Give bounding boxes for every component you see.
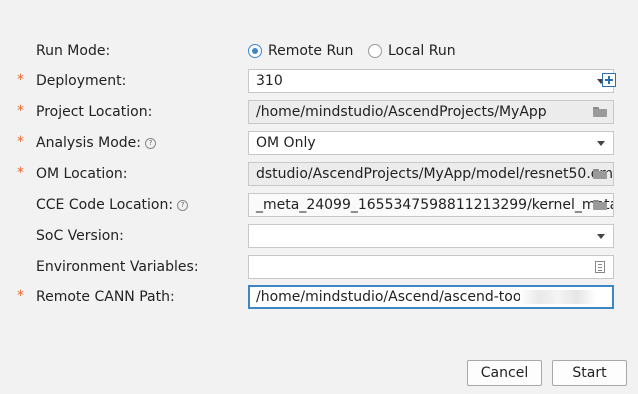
- soc-version-row: SoC Version:: [0, 224, 638, 250]
- remote-run-radio[interactable]: Remote Run: [248, 43, 353, 59]
- project-location-field[interactable]: /home/mindstudio/AscendProjects/MyApp: [248, 100, 614, 124]
- radio-selected-icon: [248, 44, 262, 58]
- remote-cann-path-value: /home/mindstudio/Ascend/ascend-toolkit: [256, 289, 543, 305]
- deployment-value: 310: [256, 73, 283, 89]
- env-vars-row: Environment Variables:: [0, 255, 638, 281]
- start-button[interactable]: Start: [552, 360, 627, 386]
- remote-run-label: Remote Run: [268, 43, 354, 59]
- cce-code-location-value: _meta_24099_1655347598811213299/kernel_m…: [256, 197, 614, 213]
- add-deployment-icon[interactable]: [602, 73, 616, 87]
- analysis-mode-value: OM Only: [256, 135, 316, 151]
- cce-code-location-label: CCE Code Location:?: [36, 197, 189, 213]
- radio-unselected-icon: [368, 44, 382, 58]
- folder-icon[interactable]: [593, 200, 607, 210]
- om-location-value: dstudio/AscendProjects/MyApp/model/resne…: [256, 166, 613, 182]
- help-icon[interactable]: ?: [177, 199, 189, 211]
- om-location-row: * OM Location: dstudio/AscendProjects/My…: [0, 162, 638, 188]
- help-icon[interactable]: ?: [145, 137, 156, 149]
- deployment-label: Deployment:: [36, 73, 127, 89]
- soc-version-label: SoC Version:: [36, 228, 124, 244]
- project-location-label: Project Location:: [36, 104, 153, 120]
- chevron-down-icon: [597, 234, 605, 239]
- cce-code-location-text: CCE Code Location:: [36, 197, 174, 213]
- soc-version-select[interactable]: [248, 224, 614, 248]
- required-marker: *: [17, 103, 24, 119]
- local-run-radio[interactable]: Local Run: [368, 43, 456, 59]
- analysis-mode-text: Analysis Mode:: [36, 135, 141, 151]
- om-location-field[interactable]: dstudio/AscendProjects/MyApp/model/resne…: [248, 162, 614, 186]
- edit-document-icon[interactable]: [595, 261, 605, 273]
- cce-code-location-field[interactable]: _meta_24099_1655347598811213299/kernel_m…: [248, 193, 614, 217]
- chevron-down-icon: [597, 141, 605, 146]
- required-marker: *: [17, 134, 24, 150]
- required-marker: *: [17, 165, 24, 181]
- folder-icon[interactable]: [593, 169, 607, 179]
- env-vars-field[interactable]: [248, 255, 614, 279]
- analysis-mode-label: Analysis Mode:?: [36, 135, 156, 151]
- folder-icon[interactable]: [593, 107, 607, 117]
- om-location-label: OM Location:: [36, 166, 128, 182]
- cce-code-location-row: CCE Code Location:? _meta_24099_16553475…: [0, 193, 638, 219]
- remote-cann-path-label: Remote CANN Path:: [36, 289, 175, 305]
- project-location-row: * Project Location: /home/mindstudio/Asc…: [0, 100, 638, 126]
- local-run-label: Local Run: [388, 43, 456, 59]
- required-marker: *: [17, 288, 24, 304]
- cancel-button[interactable]: Cancel: [467, 360, 542, 386]
- deployment-select[interactable]: 310: [248, 69, 614, 93]
- run-mode-label: Run Mode:: [36, 43, 111, 59]
- analysis-mode-row: * Analysis Mode:? OM Only: [0, 131, 638, 157]
- analysis-mode-select[interactable]: OM Only: [248, 131, 614, 155]
- redacted-area: [520, 290, 596, 304]
- env-vars-label: Environment Variables:: [36, 259, 199, 275]
- required-marker: *: [17, 72, 24, 88]
- deployment-row: * Deployment: 310: [0, 69, 638, 95]
- project-location-value: /home/mindstudio/AscendProjects/MyApp: [256, 104, 547, 120]
